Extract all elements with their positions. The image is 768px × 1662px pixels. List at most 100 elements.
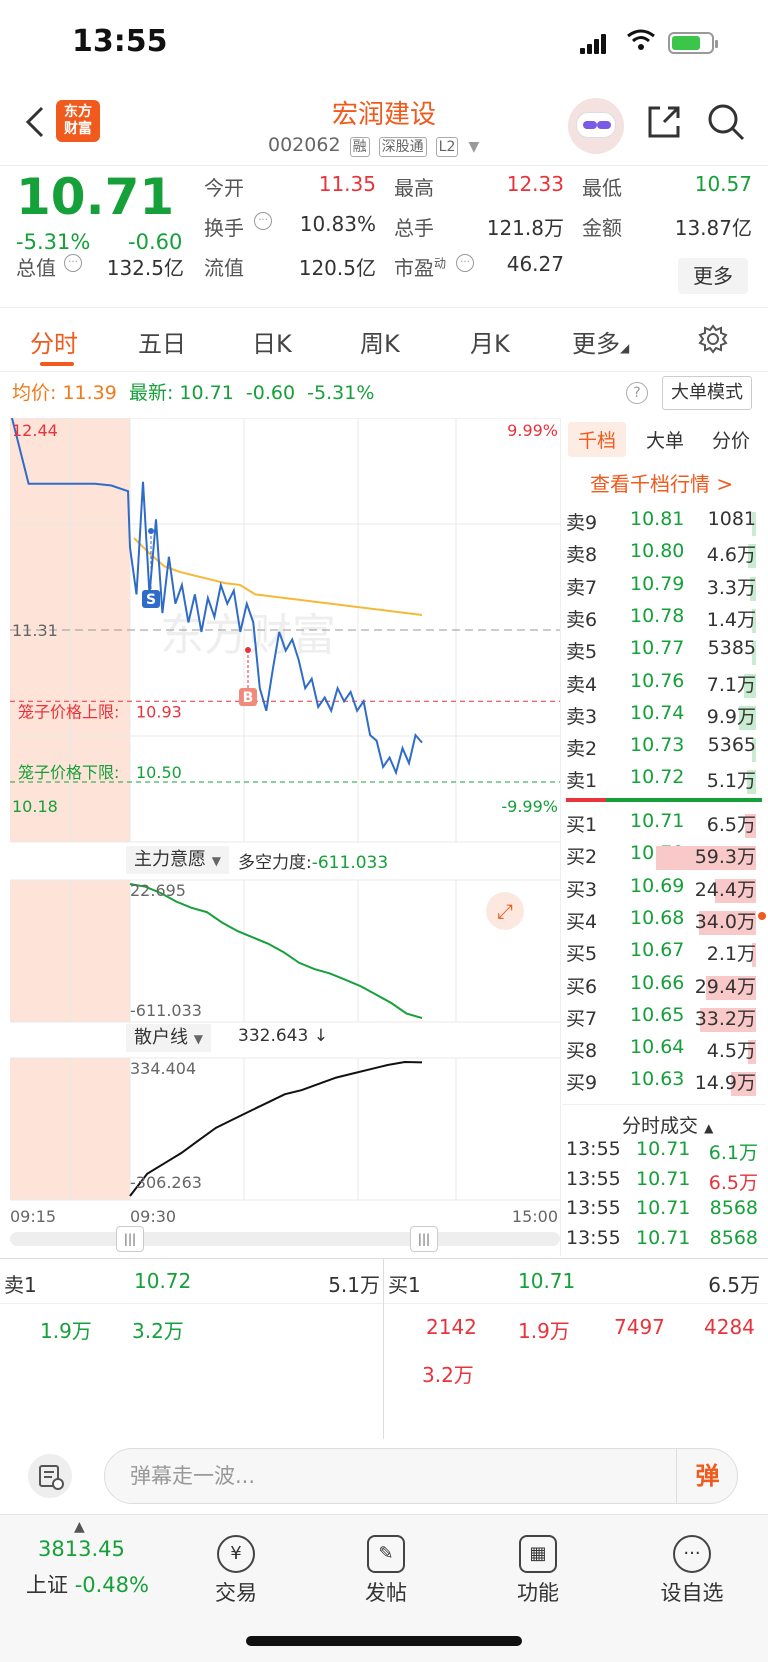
slider-handle-right[interactable]: ||| (410, 1226, 438, 1252)
search-icon[interactable] (706, 102, 746, 142)
bid-row[interactable]: 买210.7059.3万 (566, 842, 762, 874)
slider-handle-left[interactable]: ||| (116, 1226, 144, 1252)
bid-row[interactable]: 买1 10.71 6.5万 (566, 810, 762, 842)
big-order-mode-button[interactable]: 大单模式 (662, 376, 752, 410)
expand-icon[interactable]: ⤢ (486, 892, 524, 930)
latest-change: -0.60 (245, 382, 296, 404)
assistant-avatar[interactable] (568, 98, 624, 154)
change-value: -0.60 (128, 230, 183, 254)
bid-row[interactable]: 买3 10.69 24.4万 (566, 875, 762, 907)
bid-row[interactable]: 买5 10.67 2.1万 (566, 939, 762, 971)
tab-daily-k[interactable]: 日K (252, 324, 292, 359)
ask-level-label: 卖4 (566, 673, 598, 696)
chart-area[interactable]: 东方财富 S B 12.44 10.18 11.31 9.99% -9.99% … (10, 417, 560, 1252)
quote-label-amount: 金额 (582, 216, 622, 240)
stock-code-line: 002062 融 深股通 L2 ▼ (268, 134, 479, 157)
ask-level-label: 卖9 (566, 512, 598, 534)
tab-weekly-k[interactable]: 周K (360, 324, 400, 359)
y-bottom-label: 10.18 (12, 797, 58, 816)
sub2-indicator-select[interactable]: 散户线 ▼ (126, 1024, 211, 1052)
tick-volume: 8568 (709, 1226, 758, 1249)
settings-icon[interactable] (698, 324, 728, 358)
ask-price: 10.78 (630, 604, 685, 627)
ask-row[interactable]: 卖8 10.80 4.6万 (566, 540, 762, 572)
tab-add-watch[interactable]: ··· 设自选 (642, 1535, 742, 1607)
ask-volume: 4.6万 (706, 544, 756, 567)
index-line[interactable]: 上证 -0.48% (26, 1569, 149, 1599)
ask-row[interactable]: 卖2 10.73 5365 (566, 734, 762, 766)
tag-margin: 融 (349, 137, 370, 157)
ask-row[interactable]: 卖4 10.76 7.1万 (566, 670, 762, 702)
danmaku-list-icon[interactable] (28, 1454, 72, 1498)
ask-price: 10.76 (630, 669, 685, 692)
level1-quote-panel: 卖1 10.72 5.1万 买1 10.71 6.5万 1.9万 3.2万 21… (0, 1258, 768, 1439)
bq-bid-vol: 6.5万 (708, 1273, 760, 1297)
sub1-top-label: 22.695 (130, 881, 186, 900)
dropdown-icon[interactable]: ▼ (468, 139, 479, 155)
bid-row[interactable]: 买6 10.66 29.4万 (566, 972, 762, 1004)
depth-link[interactable]: 查看千档行情 > (590, 468, 733, 497)
upper-limit-value: 10.93 (136, 702, 182, 721)
period-tabs: 分时 五日 日K 周K 月K 更多◢ (0, 310, 768, 372)
sub1-indicator-select[interactable]: 主力意愿 ▼ (126, 846, 229, 874)
bid-volume: 4.5万 (706, 1040, 756, 1063)
info-icon[interactable]: ··· (254, 212, 272, 230)
tick-price: 10.71 (636, 1167, 691, 1190)
help-icon[interactable]: ? (626, 382, 648, 404)
tab-depth[interactable]: 千档 (568, 422, 627, 457)
bid-level-label: 买6 (566, 975, 598, 998)
latest-value: 10.71 (179, 382, 234, 404)
bid-level-label: 买4 (566, 910, 598, 933)
quote-turnover: 10.83% (299, 212, 376, 236)
intraday-chart[interactable]: 东方财富 S B 12.44 10.18 11.31 9.99% -9.99% … (10, 417, 560, 1228)
tab-underline (40, 362, 74, 366)
bid-row[interactable]: 买8 10.64 4.5万 (566, 1036, 762, 1068)
time-range-slider[interactable] (10, 1232, 560, 1246)
wifi-icon (626, 28, 656, 59)
share-icon[interactable] (646, 104, 682, 140)
index-value[interactable]: 3813.45 (38, 1537, 125, 1561)
bq-ask-vol: 5.1万 (328, 1273, 380, 1297)
buy-marker-dot (245, 647, 251, 653)
ask-row[interactable]: 卖9 10.81 1081 (566, 508, 762, 540)
ask-level-label: 卖2 (566, 738, 598, 761)
tab-trade[interactable]: ¥ 交易 (186, 1535, 286, 1607)
bid-price: 10.69 (630, 874, 685, 897)
bid-level-label: 买5 (566, 943, 598, 966)
ask-volume: 1081 (707, 508, 756, 530)
tab-intraday[interactable]: 分时 (30, 324, 78, 359)
tab-five-day[interactable]: 五日 (138, 324, 186, 359)
quote-label-high: 最高 (394, 176, 434, 200)
ask-row[interactable]: 卖3 10.74 9.9万 (566, 702, 762, 734)
bid-price: 10.63 (630, 1068, 685, 1091)
tab-price-dist[interactable]: 分价 (712, 426, 750, 453)
comment-bar: 弹幕走一波... 弹 (0, 1440, 768, 1512)
trade-ticks-title[interactable]: 分时成交 ▲ (622, 1111, 713, 1138)
more-quotes-button[interactable]: 更多 (678, 258, 748, 294)
tab-functions[interactable]: ▦ 功能 (488, 1535, 588, 1607)
tick-price: 10.71 (636, 1226, 691, 1249)
bid-row[interactable]: 买4 10.68 34.0万 (566, 907, 762, 939)
bid-row[interactable]: 买9 10.63 14.9万 (566, 1068, 762, 1100)
quote-pe: 46.27 (506, 252, 564, 276)
tab-post[interactable]: ✎ 发帖 (336, 1535, 436, 1607)
info-icon[interactable]: ··· (64, 254, 82, 272)
tab-big-order[interactable]: 大单 (646, 426, 684, 453)
bq-ask-detail: 1.9万 (40, 1319, 92, 1343)
avg-price-line (133, 537, 423, 616)
battery-icon (668, 32, 718, 54)
tag-connect: 深股通 (378, 137, 427, 157)
tab-more[interactable]: 更多◢ (572, 324, 629, 359)
info-icon[interactable]: ··· (456, 254, 474, 272)
ask-row[interactable]: 卖1 10.72 5.1万 (566, 766, 762, 798)
ask-volume: 5.1万 (706, 770, 756, 793)
ask-row[interactable]: 卖5 10.77 5385 (566, 637, 762, 669)
sub2-title: 332.643 ↓ (238, 1026, 328, 1046)
ask-row[interactable]: 卖7 10.79 3.3万 (566, 573, 762, 605)
bid-row[interactable]: 买7 10.65 33.2万 (566, 1004, 762, 1036)
danmaku-toggle-button[interactable]: 弹 (676, 1448, 738, 1504)
ask-row[interactable]: 卖6 10.78 1.4万 (566, 605, 762, 637)
ask-level-label: 卖5 (566, 641, 598, 664)
tab-monthly-k[interactable]: 月K (470, 324, 510, 359)
ask-price: 10.73 (630, 734, 685, 757)
